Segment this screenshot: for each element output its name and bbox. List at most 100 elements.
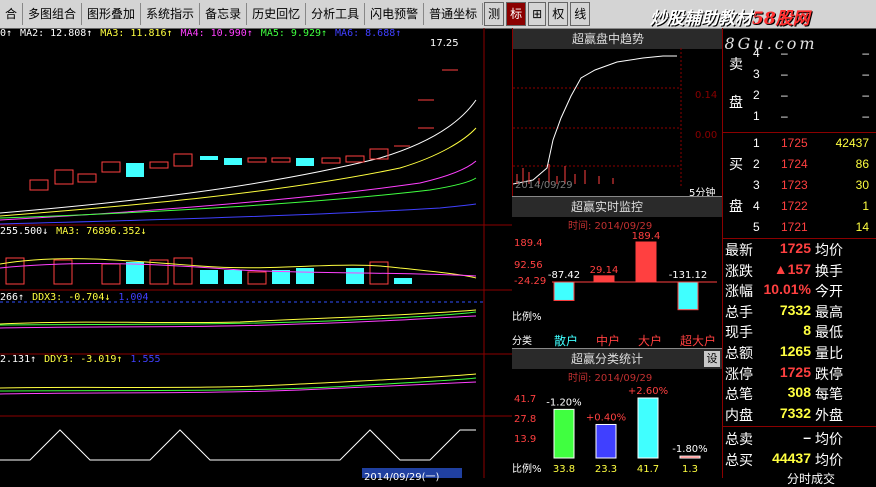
toolbar-button[interactable]: 闪电预警 (365, 3, 425, 25)
quote-label-2: 均价 (815, 242, 843, 258)
toolbar-button[interactable]: 图形叠加 (82, 3, 142, 25)
quote-label-2: 量比 (815, 345, 843, 361)
ddy-panel (0, 373, 477, 395)
toolbar-button[interactable]: 线 (570, 2, 591, 26)
stats-bar (595, 423, 617, 459)
toolbar-button[interactable]: 系统指示 (141, 3, 201, 25)
buy-row: 3 1723 30 (723, 178, 876, 198)
quote-label-2: 换手 (815, 262, 843, 279)
toolbar-button[interactable]: 历史回忆 (247, 3, 307, 25)
buy-p: 1721 (781, 220, 808, 234)
toolbar-button[interactable]: 测 (484, 2, 505, 26)
candle (224, 158, 242, 165)
intraday-panel: 超赢盘中趋势 2014/09/29 5分钟 0.14 0.00 (512, 28, 723, 199)
ma-legend-item: MA2: 12.808↑ (20, 28, 93, 39)
quote-label: 现手 (725, 324, 753, 341)
stats-chart[interactable]: 41.7 27.8 13.9 -1.20% 33.8 +0.40% 23.3 +2.60% 41… (512, 380, 722, 478)
main-chart-svg[interactable] (0, 28, 512, 478)
monitor-value-label: 29.14 (590, 265, 619, 276)
quote-row: 总卖 – 均价 (723, 429, 876, 450)
buy-p: 1723 (781, 178, 808, 192)
stats-change-label: +2.60% (628, 386, 668, 397)
quote-label-2: 跌停 (815, 365, 843, 382)
monitor-title: 超赢实时监控 (570, 200, 643, 214)
tab-trade-detail[interactable]: 分时成交 (787, 470, 835, 487)
watermark: 炒股辅助教材58股网 (650, 4, 810, 29)
quote-label-2: 外盘 (815, 406, 843, 423)
stats-change-label: -1.80% (672, 444, 707, 455)
buy-v: 14 (855, 220, 869, 234)
toolbar-button[interactable]: 权 (548, 2, 569, 26)
monitor-category: 超大户 (680, 334, 717, 348)
quote-row: 总额 1265 量比 (723, 343, 876, 364)
toolbar-button[interactable]: 分析工具 (306, 3, 366, 25)
candle (321, 157, 341, 164)
quote-label-2: 每笔 (815, 386, 843, 403)
ma-legend-item: MA6: 8.688↑ (335, 28, 402, 39)
volume-legend: 255.500↓ MA3: 76896.352↓ (0, 226, 154, 237)
buy-n: 1 (753, 136, 760, 150)
quote-value: 44437 (772, 450, 811, 466)
watermark-text: 炒股辅助教材 (650, 9, 752, 29)
volume-bar (173, 257, 193, 285)
monitor-value-label: -131.12 (669, 270, 708, 281)
stats-title: 超赢分类统计 (570, 352, 643, 366)
quote-label: 涨停 (725, 365, 753, 382)
buy-row: 5 1721 14 (723, 220, 876, 240)
stats-bar (679, 455, 701, 459)
volume-bar (346, 268, 364, 284)
monitor-category: 散户 (554, 334, 579, 348)
quote-label-2: 最低 (815, 324, 843, 341)
stats-change-label: -1.20% (546, 397, 581, 408)
quote-label: 内盘 (725, 406, 753, 423)
quote-value: 7332 (779, 301, 811, 318)
quote-label: 总买 (725, 452, 753, 468)
stats-value-label: 41.7 (637, 464, 659, 475)
quote-value: 1725 (779, 240, 811, 256)
buy-p: 1722 (781, 199, 808, 213)
buy-v: 42437 (835, 136, 869, 150)
toolbar-button[interactable]: ⊞ (528, 2, 547, 26)
quote-value: 308 (787, 384, 811, 401)
toolbar-button[interactable]: 多图组合 (23, 3, 83, 25)
stats-scale-tick: 13.9 (514, 434, 536, 445)
monitor-panel: 超赢实时监控 时间: 2014/09/29 -87.42 29.14 189.4 -1… (512, 196, 722, 348)
buy-p: 1724 (781, 157, 808, 171)
monitor-chart[interactable]: -87.42 29.14 189.4 -131.12 189.4 92.56 -24.29 (512, 230, 722, 338)
sell-v: – (862, 67, 869, 81)
sell-n: 3 (753, 67, 760, 81)
toolbar-button[interactable]: 标 (506, 2, 527, 26)
stats-value-label: 23.3 (595, 464, 617, 475)
vol-legend-item: MA3: 76896.352↓ (56, 226, 147, 237)
buy-row: 2 1724 86 (723, 157, 876, 177)
ddy-legend: 2.131↑ DDY3: -3.019↑ 1.555 (0, 354, 169, 365)
main-chart[interactable]: 0↑ MA2: 12.808↑ MA3: 11.816↑ MA4: 10.990↑ MA… (0, 28, 512, 483)
intraday-chart[interactable] (513, 48, 723, 198)
quote-label-2: 最高 (815, 303, 843, 320)
stats-bar (637, 397, 659, 459)
monitor-bar (635, 241, 657, 283)
vol-legend-item: 255.500↓ (0, 226, 49, 237)
monitor-category: 大户 (638, 334, 663, 348)
toolbar-button[interactable]: 普通坐标 (424, 3, 484, 25)
ddx-legend-item: DDX3: -0.704↓ (32, 292, 111, 303)
stats-settings-button[interactable]: 设 (704, 351, 720, 367)
ma-legend-item: MA3: 11.816↑ (100, 28, 173, 39)
volume-bar (101, 263, 121, 285)
quote-row: 涨停 1725 跌停 (723, 364, 876, 385)
candle (271, 157, 291, 163)
toolbar-button[interactable]: 合 (0, 3, 24, 25)
date-label: 2014/09/29(一) (364, 472, 440, 483)
toolbar-button[interactable]: 备忘录 (200, 3, 248, 25)
monitor-scale-tick: 92.56 (514, 260, 543, 271)
ma-legend-item: 0↑ (0, 28, 13, 39)
right-top-strip (722, 28, 876, 44)
candle (345, 155, 365, 163)
quote-row: 最新 1725 均价 (723, 240, 876, 261)
watermark-brand: 58股网 (752, 9, 810, 29)
quote-value: 7332 (779, 404, 811, 421)
stats-bar (553, 408, 575, 459)
stats-value-label: 1.3 (682, 464, 698, 475)
orderbook-divider (723, 132, 876, 133)
buy-side-label: 买 (729, 157, 743, 173)
